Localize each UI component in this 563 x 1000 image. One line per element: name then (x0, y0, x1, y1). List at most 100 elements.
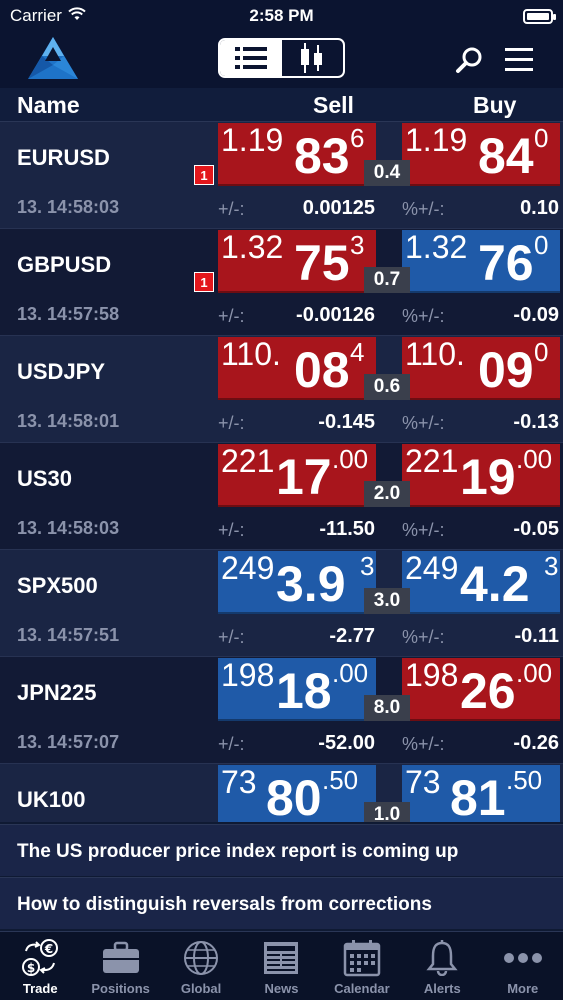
view-toggle (218, 38, 345, 78)
buy-price-button[interactable]: 249 4.2 3 (402, 551, 560, 614)
tab-positions[interactable]: Positions (80, 932, 160, 1000)
buy-price-button[interactable]: 110. 09 0 (402, 337, 560, 400)
instrument-row[interactable]: SPX500 13. 14:57:51 249 3.9 3 249 4.2 3 3.0 +/-: -… (0, 550, 563, 657)
svg-text:$: $ (27, 961, 35, 975)
price-fraction: .50 (322, 765, 359, 795)
instrument-name: EURUSD (17, 145, 110, 170)
svg-text:€: € (44, 942, 53, 956)
instrument-row[interactable]: JPN225 13. 14:57:07 198 18.00 198 26.00 8.0 +/-… (0, 657, 563, 764)
spread-value: 8.0 (364, 695, 410, 721)
sell-price-button[interactable]: 110. 08 4 (218, 337, 376, 400)
price-prefix: 221 (405, 444, 459, 479)
app-header (0, 32, 563, 88)
spread-value: 0.4 (364, 160, 410, 186)
price-prefix: 249 (405, 551, 459, 586)
calendar-icon (342, 939, 382, 977)
tab-label: Alerts (423, 981, 461, 996)
price-fraction: .00 (332, 658, 369, 688)
change-value: -11.50 (319, 518, 375, 540)
price-fraction: 4 (350, 337, 365, 367)
spread-value: 1.0 (364, 802, 410, 822)
carrier-label: Carrier (10, 6, 62, 25)
price-fraction: .00 (332, 444, 369, 474)
change-pct-value: -0.05 (513, 518, 559, 540)
price-prefix: 1.32 (405, 230, 468, 265)
search-icon[interactable] (451, 42, 487, 78)
tab-label: More (507, 981, 539, 996)
change-value: -0.00126 (296, 304, 375, 326)
instrument-row[interactable]: EURUSD 13. 14:58:03 1 1.19 83 6 1.19 84 0 0.4 +/-:… (0, 122, 563, 229)
change-pct-label: %+/-: (402, 627, 445, 647)
tab-alerts[interactable]: Alerts (402, 932, 482, 1000)
change-pct-value: -0.26 (513, 732, 559, 754)
column-header: Name Sell Buy (0, 88, 563, 122)
position-count-badge: 1 (194, 165, 214, 185)
tab-calendar[interactable]: Calendar (322, 932, 402, 1000)
spread-value: 0.6 (364, 374, 410, 400)
price-prefix: 110. (405, 337, 465, 372)
instrument-row[interactable]: UK100 73 80.50 73 81.50 1.0 (0, 764, 563, 822)
sell-price-button[interactable]: 1.32 75 3 (218, 230, 376, 293)
tab-global[interactable]: Global (161, 932, 241, 1000)
price-fraction: .00 (516, 658, 553, 688)
price-prefix: 1.19 (405, 123, 468, 158)
newspaper-icon (261, 939, 301, 977)
buy-price-button[interactable]: 221 19.00 (402, 444, 560, 507)
briefcase-icon (101, 939, 141, 977)
price-fraction: 3 (360, 551, 375, 581)
price-pips: 80 (266, 770, 322, 822)
quote-timestamp: 13. 14:58:01 (17, 411, 120, 431)
list-view-button[interactable] (220, 40, 282, 76)
price-fraction: 0 (534, 230, 549, 260)
tab-more[interactable]: More (483, 932, 563, 1000)
battery-icon (523, 8, 556, 24)
change-pct-value: -0.11 (514, 625, 559, 647)
tab-label: Global (180, 981, 222, 996)
price-pips: 84 (478, 128, 534, 184)
tab-label: News (264, 981, 299, 996)
tab-trade[interactable]: € $ Trade (0, 932, 80, 1000)
hamburger-menu-icon[interactable] (501, 42, 537, 78)
price-prefix: 221 (221, 444, 275, 479)
buy-price-button[interactable]: 73 81.50 (402, 765, 560, 822)
quote-timestamp: 13. 14:57:07 (17, 732, 120, 752)
change-pct-label: %+/-: (402, 520, 445, 540)
price-fraction: 3 (544, 551, 559, 581)
chart-view-button[interactable] (282, 40, 344, 76)
sell-price-button[interactable]: 221 17.00 (218, 444, 376, 507)
instrument-row[interactable]: USDJPY 13. 14:58:01 110. 08 4 110. 09 0 0.6 +/-: -… (0, 336, 563, 443)
news-item[interactable]: The US producer price index report is co… (0, 824, 563, 876)
price-pips: 75 (294, 235, 350, 291)
tab-label: Calendar (334, 981, 390, 996)
price-pips: 26 (460, 663, 516, 719)
buy-price-button[interactable]: 1.19 84 0 (402, 123, 560, 186)
status-left: Carrier (10, 6, 86, 26)
sell-price-button[interactable]: 73 80.50 (218, 765, 376, 822)
news-item[interactable]: How to distinguish reversals from correc… (0, 877, 563, 929)
tab-news[interactable]: News (241, 932, 321, 1000)
change-value: 0.00125 (302, 197, 375, 219)
quote-timestamp: 13. 14:58:03 (17, 518, 120, 538)
change-pct-label: %+/-: (402, 199, 445, 219)
price-pips: 3.9 (276, 556, 346, 612)
price-prefix: 198 (405, 658, 459, 693)
sell-price-button[interactable]: 249 3.9 3 (218, 551, 376, 614)
instrument-name: SPX500 (17, 573, 98, 598)
tab-bar: € $ Trade Positions Global News Calendar Alerts… (0, 931, 563, 1000)
price-prefix: 249 (221, 551, 275, 586)
buy-price-button[interactable]: 198 26.00 (402, 658, 560, 721)
quote-timestamp: 13. 14:57:58 (17, 304, 120, 324)
tab-label: Positions (91, 981, 150, 996)
price-pips: 4.2 (460, 556, 530, 612)
column-name: Name (17, 92, 80, 118)
buy-price-button[interactable]: 1.32 76 0 (402, 230, 560, 293)
instrument-row[interactable]: GBPUSD 13. 14:57:58 1 1.32 75 3 1.32 76 0 0.7 +/-:… (0, 229, 563, 336)
spread-value: 3.0 (364, 588, 410, 614)
price-fraction: 6 (350, 123, 365, 153)
instrument-row[interactable]: US30 13. 14:58:03 221 17.00 221 19.00 2.0 +/-: -… (0, 443, 563, 550)
sell-price-button[interactable]: 1.19 83 6 (218, 123, 376, 186)
instrument-name: GBPUSD (17, 252, 112, 277)
price-pips: 83 (294, 128, 350, 184)
sell-price-button[interactable]: 198 18.00 (218, 658, 376, 721)
change-pct-label: %+/-: (402, 413, 445, 433)
